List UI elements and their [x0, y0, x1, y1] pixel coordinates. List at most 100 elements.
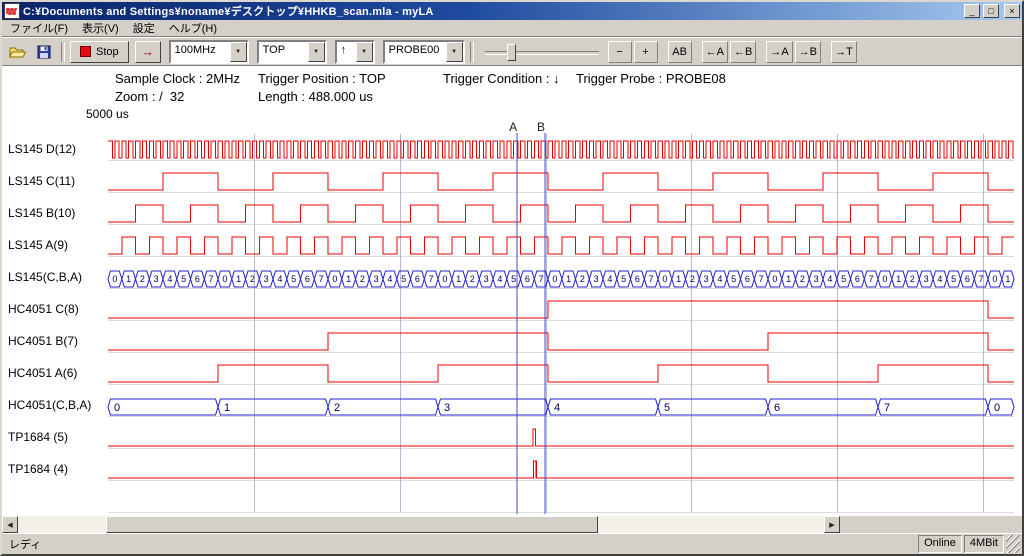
- chevron-down-icon[interactable]: ▼: [356, 42, 373, 62]
- svg-text:1: 1: [786, 274, 791, 284]
- maximize-button[interactable]: □: [983, 4, 999, 18]
- svg-text:1: 1: [236, 274, 241, 284]
- chevron-down-icon[interactable]: ▼: [308, 42, 325, 62]
- zoom-in-button[interactable]: +: [634, 41, 658, 63]
- jump-right-marker-b-button[interactable]: →B: [795, 41, 821, 63]
- svg-text:5: 5: [401, 274, 406, 284]
- length-info: Length : 488.000 us: [258, 89, 373, 104]
- resize-grip[interactable]: [1006, 535, 1020, 553]
- title-bar[interactable]: C:¥Documents and Settings¥noname¥デスクトップ¥…: [2, 2, 1022, 20]
- toolbar: Stop → 100MHz ▼ TOP ▼ ↑ ▼ PROBE00 ▼ − + …: [2, 37, 1022, 66]
- jump-trigger-button[interactable]: →T: [831, 41, 857, 63]
- svg-text:0: 0: [222, 274, 227, 284]
- svg-text:6: 6: [635, 274, 640, 284]
- channel-label-0[interactable]: LS145 D(12): [8, 141, 76, 157]
- menu-settings[interactable]: 設定: [126, 19, 162, 37]
- trigger-position-select[interactable]: TOP ▼: [257, 40, 327, 64]
- svg-text:5: 5: [291, 274, 296, 284]
- channel-label-9[interactable]: TP1684 (5): [8, 429, 68, 445]
- svg-text:1: 1: [896, 274, 901, 284]
- jump-left-marker-b-button[interactable]: ←B: [730, 41, 756, 63]
- jump-left-marker-a-button[interactable]: ←A: [702, 41, 728, 63]
- svg-text:5: 5: [511, 274, 516, 284]
- minimize-button[interactable]: _: [964, 4, 980, 18]
- svg-text:0: 0: [552, 274, 557, 284]
- channel-label-3[interactable]: LS145 A(9): [8, 237, 68, 253]
- slider-thumb[interactable]: [507, 44, 516, 61]
- stop-label: Stop: [96, 46, 119, 58]
- jump-right-marker-a-button[interactable]: →A: [766, 41, 792, 63]
- svg-text:3: 3: [594, 274, 599, 284]
- channel-label-7[interactable]: HC4051 A(6): [8, 365, 77, 381]
- svg-text:1: 1: [126, 274, 131, 284]
- trigger-probe-value: PROBE00: [385, 42, 446, 62]
- stop-button[interactable]: Stop: [70, 41, 129, 63]
- chevron-down-icon[interactable]: ▼: [230, 42, 247, 62]
- open-file-button[interactable]: [6, 41, 30, 63]
- svg-text:7: 7: [759, 274, 764, 284]
- svg-text:7: 7: [979, 274, 984, 284]
- svg-text:5: 5: [951, 274, 956, 284]
- svg-text:2: 2: [140, 274, 145, 284]
- toolbar-separator: [470, 42, 474, 62]
- slider-groove: [485, 51, 599, 55]
- svg-text:0: 0: [662, 274, 667, 284]
- channel-label-4[interactable]: LS145(C,B,A): [8, 269, 82, 285]
- channel-label-10[interactable]: TP1684 (4): [8, 461, 68, 477]
- svg-text:7: 7: [649, 274, 654, 284]
- trigger-position-info: Trigger Position : TOP: [258, 71, 386, 86]
- svg-text:7: 7: [209, 274, 214, 284]
- scroll-right-button[interactable]: ▶: [824, 516, 840, 533]
- sample-rate-value: 100MHz: [171, 42, 230, 62]
- status-online: Online: [918, 535, 962, 553]
- svg-text:3: 3: [154, 274, 159, 284]
- svg-text:4: 4: [387, 274, 392, 284]
- svg-text:7: 7: [539, 274, 544, 284]
- channel-label-6[interactable]: HC4051 B(7): [8, 333, 78, 349]
- svg-text:4: 4: [937, 274, 942, 284]
- trigger-edge-select[interactable]: ↑ ▼: [335, 40, 375, 64]
- svg-text:1: 1: [1005, 274, 1010, 284]
- zoom-slider[interactable]: [483, 41, 601, 63]
- svg-text:4: 4: [277, 274, 282, 284]
- svg-text:7: 7: [429, 274, 434, 284]
- svg-text:3: 3: [814, 274, 819, 284]
- toolbar-separator: [61, 42, 65, 62]
- menu-view[interactable]: 表示(V): [75, 19, 126, 37]
- svg-text:6: 6: [855, 274, 860, 284]
- svg-text:7: 7: [869, 274, 874, 284]
- chevron-down-icon[interactable]: ▼: [446, 42, 463, 62]
- svg-text:0: 0: [994, 402, 1000, 414]
- channel-label-1[interactable]: LS145 C(11): [8, 173, 75, 189]
- save-button[interactable]: [32, 41, 56, 63]
- svg-text:4: 4: [554, 402, 560, 414]
- horizontal-scrollbar[interactable]: ◀ ▶: [2, 516, 840, 533]
- channel-label-2[interactable]: LS145 B(10): [8, 205, 75, 221]
- zoom-out-button[interactable]: −: [608, 41, 632, 63]
- menu-file[interactable]: ファイル(F): [3, 19, 75, 37]
- svg-text:2: 2: [910, 274, 915, 284]
- app-icon: [4, 3, 20, 19]
- svg-text:0: 0: [772, 274, 777, 284]
- marker-ab-button[interactable]: AB: [668, 41, 692, 63]
- trigger-edge-value: ↑: [337, 42, 356, 62]
- channel-label-5[interactable]: HC4051 C(8): [8, 301, 79, 317]
- trigger-condition-info: Trigger Condition : ↓: [443, 71, 560, 86]
- close-button[interactable]: ×: [1004, 4, 1020, 18]
- channel-label-8[interactable]: HC4051(C,B,A): [8, 397, 91, 413]
- run-button[interactable]: →: [135, 41, 161, 63]
- zoom-info: Zoom : / 32: [115, 89, 184, 104]
- svg-text:2: 2: [690, 274, 695, 284]
- sample-rate-select[interactable]: 100MHz ▼: [169, 40, 249, 64]
- menu-help[interactable]: ヘルプ(H): [162, 19, 224, 37]
- svg-text:1: 1: [224, 402, 230, 414]
- svg-text:0: 0: [114, 402, 120, 414]
- trigger-probe-select[interactable]: PROBE00 ▼: [383, 40, 465, 64]
- scrollbar-track[interactable]: [18, 516, 824, 533]
- scrollbar-thumb[interactable]: [106, 516, 598, 533]
- status-bar: レディ Online 4MBit: [2, 533, 1022, 554]
- svg-text:3: 3: [484, 274, 489, 284]
- scroll-left-button[interactable]: ◀: [2, 516, 18, 533]
- svg-text:6: 6: [774, 402, 780, 414]
- svg-text:5: 5: [731, 274, 736, 284]
